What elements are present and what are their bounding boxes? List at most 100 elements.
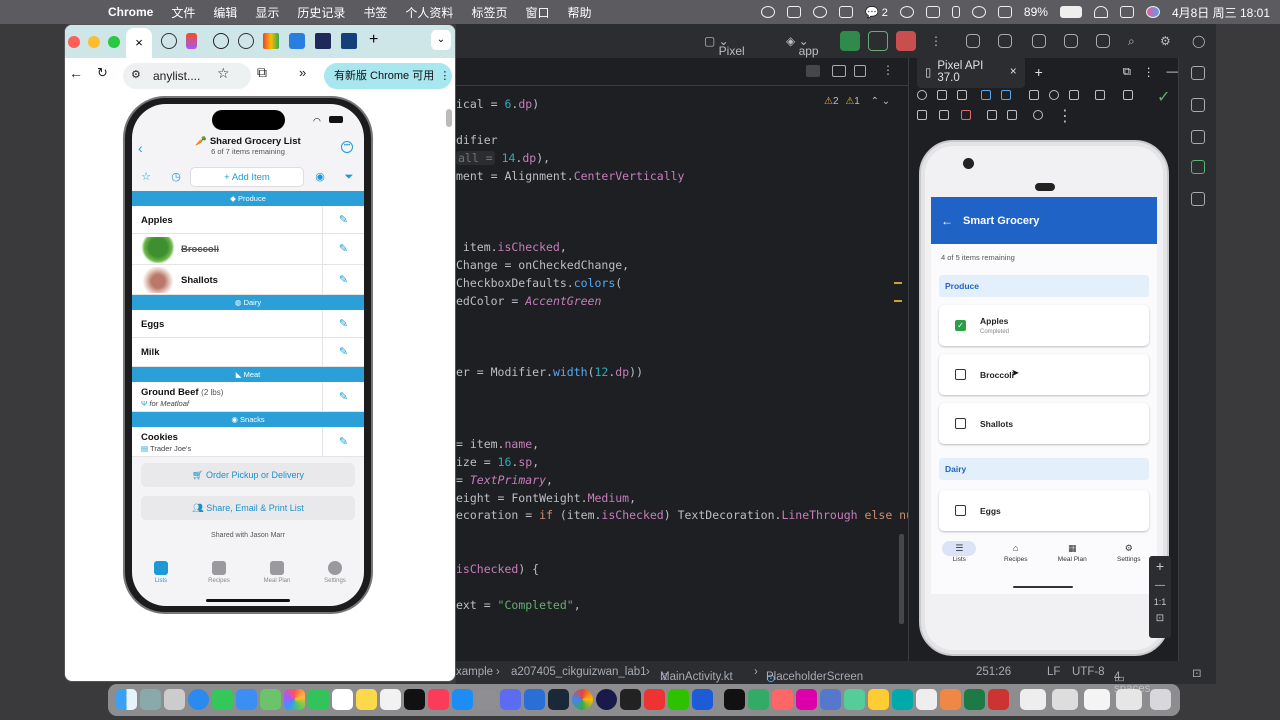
more-actions-icon[interactable]: ⋮ xyxy=(930,34,942,48)
tab-site-icon[interactable] xyxy=(315,33,331,49)
vcs-icon[interactable] xyxy=(966,34,980,48)
battery-icon[interactable] xyxy=(1059,6,1082,18)
bug-icon[interactable] xyxy=(1064,34,1078,48)
url-text[interactable]: anylist.... xyxy=(153,69,200,83)
wps-icon[interactable] xyxy=(644,689,665,710)
editor-scrollbar[interactable] xyxy=(899,534,904,624)
settings-gear-icon[interactable]: ⚙ xyxy=(1160,34,1171,48)
tab-ukm-icon[interactable] xyxy=(341,33,357,49)
app-icon[interactable] xyxy=(620,689,641,710)
code-line[interactable]: ext = "Completed", xyxy=(456,597,906,615)
panel-more-icon[interactable]: ⋮ xyxy=(1143,65,1155,79)
close-icon[interactable]: × xyxy=(1010,66,1017,78)
emulator-tab[interactable]: ▯ Pixel API 37.0 × xyxy=(917,56,1025,88)
launchpad-icon[interactable] xyxy=(164,689,185,710)
zoom-fit-icon[interactable]: ⊡ xyxy=(1149,613,1171,624)
app-w-icon[interactable] xyxy=(787,6,802,18)
external-window-icon[interactable]: ⧉ xyxy=(1123,66,1131,79)
menu-tabs[interactable]: 标签页 xyxy=(471,4,507,21)
messages-icon[interactable] xyxy=(212,689,233,710)
code-line[interactable] xyxy=(456,311,906,329)
account-icon[interactable]: ◯ xyxy=(1192,34,1205,48)
device-explorer-icon[interactable] xyxy=(1191,192,1205,206)
android-item-card[interactable]: Eggs xyxy=(939,490,1149,531)
device-selector[interactable]: ▢ Pixel ⌄ xyxy=(704,34,745,58)
edit-icon[interactable] xyxy=(839,6,854,18)
running-devices-icon[interactable] xyxy=(1191,160,1205,174)
screenshot-icon[interactable] xyxy=(1095,90,1105,100)
back-icon[interactable]: ← xyxy=(69,65,83,81)
list-item[interactable]: Apples ✎ xyxy=(132,206,364,234)
minimize-panel-icon[interactable]: — xyxy=(1167,66,1179,78)
wechat-dock-icon[interactable] xyxy=(668,689,689,710)
close-window-button[interactable] xyxy=(68,36,80,48)
back-arrow-icon[interactable]: ← xyxy=(941,214,953,228)
siri-app-icon[interactable] xyxy=(140,689,161,710)
tab-globe-icon[interactable] xyxy=(161,33,177,49)
new-tab-icon[interactable]: + xyxy=(369,31,378,49)
window-thumbnail[interactable] xyxy=(1020,689,1046,710)
site-info-icon[interactable]: ⚙ xyxy=(131,68,141,81)
code-line[interactable]: Change = onCheckedChange, xyxy=(456,257,906,275)
zoom-out-icon[interactable]: — xyxy=(1149,580,1171,591)
menu-edit[interactable]: 编辑 xyxy=(213,4,237,21)
back-nav-icon[interactable] xyxy=(1029,90,1039,100)
checkbox-icon[interactable] xyxy=(955,418,966,429)
view-design-icon[interactable] xyxy=(854,65,866,77)
overview-nav-icon[interactable] xyxy=(1069,90,1079,100)
control-center-icon[interactable] xyxy=(1119,6,1134,18)
siri-icon[interactable] xyxy=(1145,6,1160,18)
upload-icon[interactable] xyxy=(987,110,997,120)
facetime-icon[interactable] xyxy=(308,689,329,710)
device-manager-icon[interactable] xyxy=(1191,130,1205,144)
code-line[interactable]: ment = Alignment.CenterVertically xyxy=(456,168,906,186)
appletv-icon[interactable] xyxy=(404,689,425,710)
calendar-app-icon[interactable] xyxy=(332,689,353,710)
grammarly-icon[interactable] xyxy=(813,6,828,18)
edit-pencil-icon[interactable]: ✎ xyxy=(322,427,364,456)
code-line[interactable]: ical = 6.dp) xyxy=(456,96,906,114)
code-line[interactable] xyxy=(456,203,906,221)
code-line[interactable] xyxy=(456,185,906,203)
nav-settings[interactable]: ⚙ Settings xyxy=(1104,541,1154,574)
extensions-icon[interactable]: ⧉ xyxy=(257,64,267,81)
code-line[interactable] xyxy=(456,543,906,561)
screen-record-icon[interactable] xyxy=(1123,90,1133,100)
settings-app-icon[interactable] xyxy=(476,689,497,710)
safari-icon[interactable] xyxy=(188,689,209,710)
photos-icon[interactable] xyxy=(284,689,305,710)
list-item[interactable]: Milk ✎ xyxy=(132,338,364,367)
finder-icon[interactable] xyxy=(116,689,137,710)
trash-icon[interactable] xyxy=(1150,689,1171,710)
code-line[interactable] xyxy=(456,400,906,418)
home-nav-icon[interactable] xyxy=(1049,90,1059,100)
code-line[interactable]: CheckboxDefaults.colors( xyxy=(456,275,906,293)
list-item[interactable]: Shallots ✎ xyxy=(132,265,364,295)
overflow-chevron-icon[interactable]: » xyxy=(299,65,306,80)
editor-more-icon[interactable]: ⋮ xyxy=(882,63,894,77)
clock[interactable]: 4月8日 周三 18:01 xyxy=(1172,4,1270,21)
reload-icon[interactable]: ↻ xyxy=(97,65,108,81)
breadcrumb-project[interactable]: a207405_cikguizwan_lab1 xyxy=(511,666,647,678)
code-line[interactable] xyxy=(456,221,906,239)
appstore-icon[interactable] xyxy=(452,689,473,710)
code-line[interactable]: eight = FontWeight.Medium, xyxy=(456,490,906,508)
favorite-star-icon[interactable]: ☆ xyxy=(140,171,152,183)
translate-app-icon[interactable] xyxy=(692,689,713,710)
music-icon[interactable] xyxy=(428,689,449,710)
device-mirror-icon[interactable] xyxy=(1096,34,1110,48)
edit-pencil-icon[interactable]: ✎ xyxy=(322,310,364,337)
app-icon[interactable] xyxy=(796,689,817,710)
freeform-icon[interactable] xyxy=(380,689,401,710)
download-icon[interactable] xyxy=(1007,110,1017,120)
menu-view[interactable]: 显示 xyxy=(255,4,279,21)
order-pickup-button[interactable]: 🛒︎ Order Pickup or Delivery xyxy=(141,463,355,487)
wechat-icon[interactable]: 💬 2 xyxy=(865,6,888,19)
input-method-icon[interactable] xyxy=(997,6,1012,18)
nav-meal-plan[interactable]: ▦ Meal Plan xyxy=(1047,541,1097,574)
recent-items-icon[interactable]: ◷ xyxy=(170,171,182,183)
zoom-actual-size[interactable]: 1:1 xyxy=(1149,597,1171,607)
sync-icon[interactable] xyxy=(1032,34,1046,48)
edit-pencil-icon[interactable]: ✎ xyxy=(322,206,364,233)
checkbox-checked-icon[interactable]: ✓ xyxy=(955,320,966,331)
